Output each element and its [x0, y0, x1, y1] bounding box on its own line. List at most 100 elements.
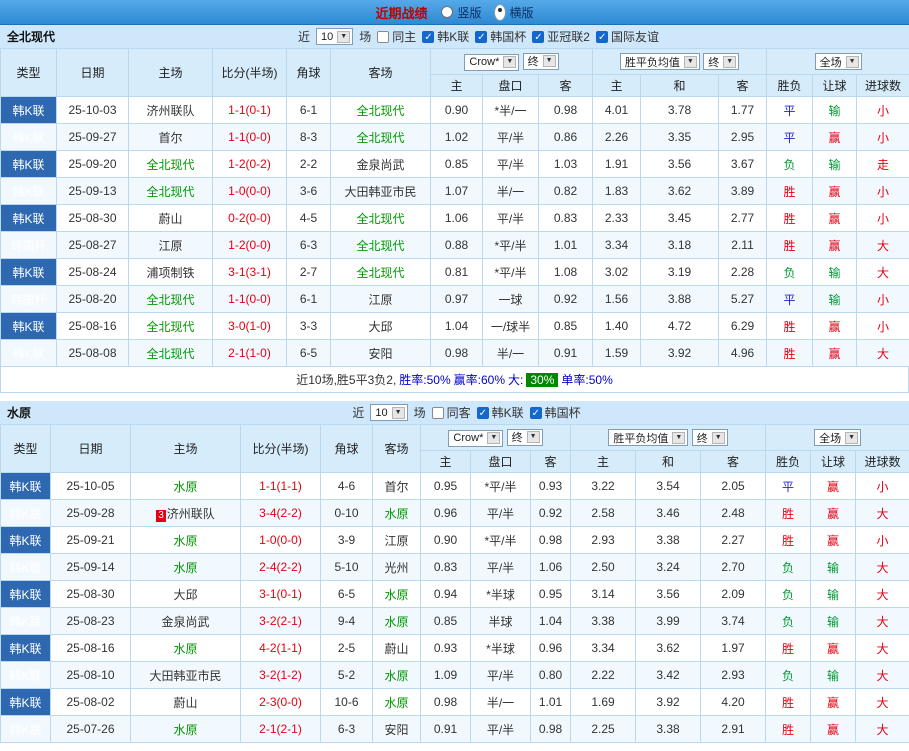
europe-final-select[interactable]: 终 ▼ [691, 429, 728, 446]
result-outcome: 胜 [766, 204, 814, 232]
away-team: 大邱 [330, 312, 431, 340]
away-team: 金泉尚武 [330, 150, 431, 178]
corner-score: 2-7 [286, 258, 331, 286]
layout-radio[interactable]: 竖版 [441, 4, 482, 21]
away-team: 水原 [372, 661, 421, 689]
europe-away-odds: 4.96 [718, 339, 768, 367]
filter-checkbox[interactable]: 同主 [377, 28, 416, 45]
corner-score: 2-2 [286, 150, 331, 178]
asian-handicap: *半球 [470, 580, 531, 608]
col-asian-home: 主 [430, 74, 483, 97]
summary-text: 单率:50% [561, 373, 613, 387]
col-score: 比分(半场) [212, 48, 287, 97]
col-outcome: 胜负 [765, 450, 812, 473]
asian-handicap: 平/半 [482, 204, 539, 232]
europe-final-select[interactable]: 终 ▼ [703, 53, 740, 70]
col-asian-handicap: 盘口 [470, 450, 531, 473]
corner-score: 3-6 [286, 177, 331, 205]
away-team: 大田韩亚市民 [330, 177, 431, 205]
result-goals: 小 [855, 472, 909, 500]
score: 1-0(0-0) [212, 177, 287, 205]
chevron-down-icon: ▼ [503, 56, 517, 68]
filter-checkbox[interactable]: 韩K联 [422, 28, 469, 45]
checkbox-checked-icon[interactable] [595, 30, 608, 43]
europe-source-select[interactable]: 胜平负均值 ▼ [608, 429, 689, 446]
europe-home-odds: 1.59 [592, 339, 642, 367]
result-goals: 小 [856, 204, 909, 232]
summary-text: 大: [508, 373, 524, 387]
filter-checkbox[interactable]: 韩国杯 [529, 404, 581, 421]
col-corner: 角球 [320, 424, 373, 473]
europe-away-odds: 3.67 [718, 150, 768, 178]
asian-home-odds: 0.93 [420, 634, 471, 662]
col-europe-away: 客 [718, 74, 768, 97]
odds-company-select[interactable]: Crow* ▼ [448, 429, 504, 447]
filter-checkbox[interactable]: 同客 [431, 404, 471, 421]
home-team: 江原 [128, 231, 213, 259]
col-date: 日期 [56, 48, 129, 97]
result-outcome: 负 [765, 580, 812, 608]
checkbox-checked-icon[interactable] [475, 30, 488, 43]
score: 3-1(0-1) [240, 580, 321, 608]
europe-away-odds: 6.29 [718, 312, 768, 340]
radio-selected-icon[interactable] [493, 3, 506, 21]
section-jeonbuk: 全北现代 近 10 ▼ 场 同主韩K联韩国杯亚冠联2国际友谊 类型 日期 主场 … [0, 25, 909, 393]
scope-select[interactable]: 全场 ▼ [814, 429, 862, 446]
filters-1: 近 10 ▼ 场 同主 韩K联 韩国杯 亚冠联2 国际友谊 [55, 28, 902, 45]
asian-handicap: 一/球半 [482, 312, 539, 340]
result-handicap: 赢 [812, 312, 858, 340]
filter-checkbox[interactable]: 韩K联 [476, 404, 524, 421]
scope-value: 全场 [819, 432, 842, 445]
europe-away-odds: 2.95 [718, 123, 768, 151]
away-team: 全北现代 [330, 231, 431, 259]
match-row: 韩K联 25-08-02 蔚山 2-3(0-0) 10-6 水原 0.98 半/一 1.01 1.… [0, 688, 909, 716]
match-date: 25-08-27 [56, 231, 129, 259]
result-handicap: 输 [812, 150, 858, 178]
league-type: 韩K联 [0, 150, 57, 178]
checkbox-checked-icon[interactable] [529, 406, 542, 419]
filter-checkbox[interactable]: 国际友谊 [595, 28, 659, 45]
team-name: 水原 [7, 406, 32, 420]
europe-draw-odds: 3.38 [635, 715, 702, 743]
home-team: 浦项制铁 [128, 258, 213, 286]
europe-draw-odds: 3.88 [640, 285, 720, 313]
scope-select[interactable]: 全场 ▼ [814, 53, 862, 70]
europe-home-odds: 1.83 [592, 177, 642, 205]
europe-source-select[interactable]: 胜平负均值 ▼ [619, 53, 700, 70]
asian-home-odds: 0.81 [430, 258, 483, 286]
odds-company-value: Crow* [469, 56, 500, 68]
result-outcome: 负 [766, 150, 814, 178]
checkbox-unchecked-icon[interactable] [431, 406, 444, 419]
summary-text: 近10场,胜5平3负2, [296, 373, 397, 387]
asian-final-select[interactable]: 终 ▼ [506, 428, 543, 446]
checkbox-checked-icon[interactable] [476, 406, 489, 419]
score: 3-1(3-1) [212, 258, 287, 286]
checkbox-checked-icon[interactable] [422, 30, 435, 43]
home-team: 水原 [130, 472, 241, 500]
score: 2-1(2-1) [240, 715, 321, 743]
radio-unselected-icon[interactable] [441, 6, 454, 18]
result-goals: 小 [856, 177, 909, 205]
asian-home-odds: 0.88 [430, 231, 483, 259]
filter-checkbox[interactable]: 韩国杯 [475, 28, 526, 45]
match-row: 韩K联 25-09-20 全北现代 1-2(0-2) 2-2 金泉尚武 0.85 平/半 1.0… [0, 150, 909, 178]
europe-draw-odds: 3.56 [640, 150, 720, 178]
odds-company-select[interactable]: Crow* ▼ [464, 53, 520, 71]
match-date: 25-08-08 [56, 339, 129, 367]
europe-away-odds: 5.27 [718, 285, 768, 313]
layout-radio[interactable]: 横版 [493, 3, 534, 21]
asian-final-select[interactable]: 终 ▼ [522, 52, 559, 70]
checkbox-unchecked-icon[interactable] [377, 30, 390, 43]
result-handicap: 输 [810, 580, 857, 608]
match-count-value: 10 [375, 406, 388, 419]
home-team: 全北现代 [128, 177, 213, 205]
asian-odds-group: Crow* ▼ 终 ▼ [419, 424, 572, 451]
europe-home-odds: 2.25 [570, 715, 637, 743]
home-team: 全北现代 [128, 312, 213, 340]
europe-away-odds: 2.48 [700, 499, 767, 527]
result-outcome: 胜 [766, 177, 814, 205]
checkbox-checked-icon[interactable] [532, 30, 545, 43]
match-count-select[interactable]: 10 ▼ [370, 404, 408, 421]
filter-checkbox[interactable]: 亚冠联2 [532, 28, 590, 45]
match-count-select[interactable]: 10 ▼ [316, 28, 354, 45]
